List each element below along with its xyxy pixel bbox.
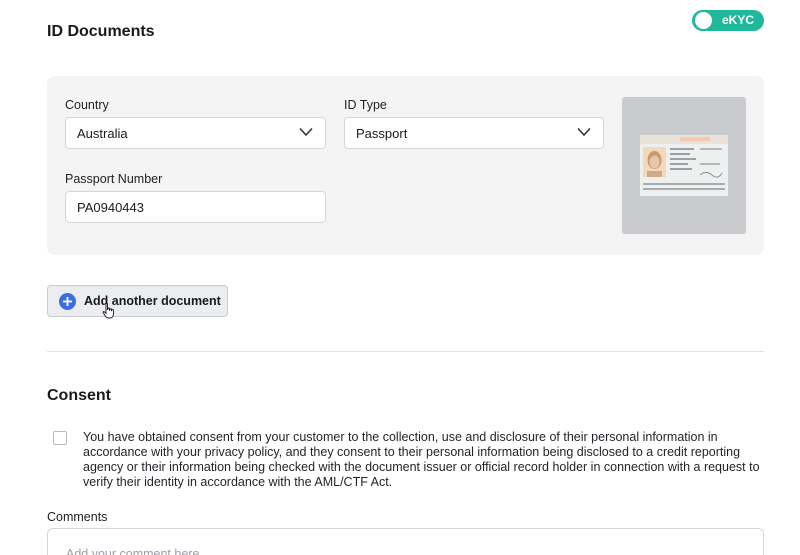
passport-image [640, 135, 728, 196]
consent-title: Consent [47, 387, 111, 404]
passport-number-label: Passport Number [65, 172, 163, 186]
id-type-select[interactable]: Passport [344, 117, 604, 149]
add-another-document-button[interactable]: Add another document [47, 285, 228, 317]
passport-number-input[interactable]: PA0940443 [65, 191, 326, 223]
ekyc-toggle-label: eKYC [722, 13, 755, 27]
id-type-label: ID Type [344, 98, 387, 112]
country-select[interactable]: Australia [65, 117, 326, 149]
section-divider [47, 351, 764, 352]
comments-label: Comments [47, 510, 108, 524]
ekyc-toggle[interactable]: eKYC [692, 10, 764, 31]
passport-photo-icon [640, 135, 728, 196]
chevron-down-icon [577, 127, 591, 137]
id-documents-title: ID Documents [47, 23, 155, 40]
comments-placeholder: Add your comment here [66, 547, 200, 555]
document-card: Country Australia ID Type Passport Passp… [47, 76, 764, 255]
hand-pointer-cursor-icon [102, 303, 114, 319]
id-type-value: Passport [356, 125, 408, 141]
passport-number-value: PA0940443 [77, 199, 144, 215]
consent-checkbox[interactable] [53, 431, 67, 445]
toggle-knob [695, 12, 712, 29]
country-value: Australia [77, 125, 128, 141]
comments-textarea[interactable]: Add your comment here [47, 528, 764, 555]
document-image[interactable] [622, 97, 746, 234]
consent-text: You have obtained consent from your cust… [83, 430, 760, 489]
chevron-down-icon [299, 127, 313, 137]
plus-circle-icon [59, 293, 76, 310]
country-label: Country [65, 98, 109, 112]
